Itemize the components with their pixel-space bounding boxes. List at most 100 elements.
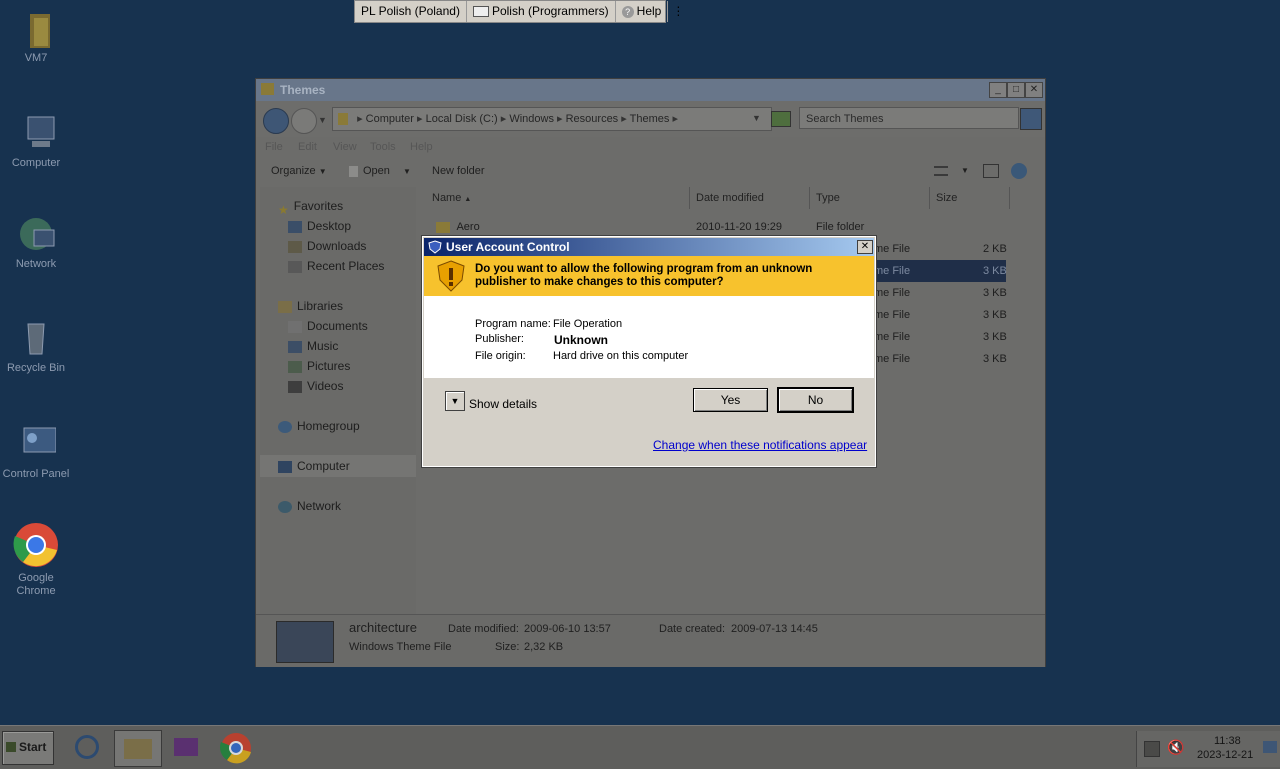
breadcrumb-windows[interactable]: Windows (509, 113, 554, 125)
libraries-icon (278, 300, 292, 313)
column-type[interactable]: Type (810, 187, 930, 209)
show-details-label[interactable]: Show details (469, 397, 537, 411)
minimize-button[interactable]: _ (989, 82, 1007, 98)
breadcrumb-themes[interactable]: Themes (630, 113, 670, 125)
clock-date[interactable]: 2023-12-21 (1197, 749, 1253, 761)
pictures-icon (288, 360, 302, 373)
refresh-icon[interactable] (771, 111, 791, 127)
internet-explorer-icon (75, 735, 99, 759)
nav-music[interactable]: Music (288, 337, 338, 355)
documents-icon (288, 320, 302, 333)
column-date-modified[interactable]: Date modified (690, 187, 810, 209)
taskbar-internet-explorer[interactable] (72, 732, 104, 762)
nav-pictures[interactable]: Pictures (288, 357, 350, 375)
nav-videos[interactable]: Videos (288, 377, 343, 395)
new-folder-button[interactable]: New folder (432, 165, 485, 177)
no-button[interactable]: No (777, 387, 854, 413)
open-button[interactable]: Open ▼ (349, 165, 411, 177)
back-button[interactable] (263, 108, 289, 134)
file-icon (349, 165, 358, 177)
folder-icon (124, 739, 152, 759)
keyboard-layout-selector[interactable]: Polish (Programmers) (467, 1, 616, 22)
language-help-button[interactable]: ? Help (616, 1, 669, 22)
organize-button[interactable]: Organize ▼ (271, 165, 327, 177)
breadcrumb-resources[interactable]: Resources (566, 113, 619, 125)
desktop-icon-vm7[interactable]: VM7 (0, 8, 72, 65)
system-tray: 🔇 11:38 2023-12-21 (1136, 731, 1280, 767)
nav-libraries[interactable]: Libraries (278, 297, 343, 315)
chevron-down-icon[interactable]: ▼ (318, 115, 327, 125)
network-tray-icon[interactable] (1144, 741, 1160, 757)
uac-warning-banner: Do you want to allow the following progr… (424, 256, 874, 296)
search-input[interactable]: Search Themes (799, 107, 1019, 129)
chrome-icon (13, 522, 59, 568)
close-button[interactable]: ✕ (857, 240, 873, 254)
desktop-icon-chrome[interactable]: Google Chrome (0, 522, 72, 598)
menu-file[interactable]: File (265, 141, 283, 153)
desktop-icon-label: Google Chrome (16, 572, 56, 597)
chevron-down-icon[interactable]: ▼ (961, 166, 969, 175)
forward-button[interactable] (291, 108, 317, 134)
column-name[interactable]: Name ▲ (426, 187, 690, 209)
start-button[interactable]: Start (2, 731, 54, 765)
show-details-toggle[interactable]: ▼ (445, 391, 465, 411)
details-file-name: architecture (349, 620, 417, 635)
volume-muted-icon[interactable]: 🔇 (1167, 739, 1184, 756)
table-row[interactable]: Aero (436, 217, 480, 237)
menu-view[interactable]: View (333, 141, 357, 153)
program-name-label: Program name: (475, 318, 551, 330)
show-desktop-icon[interactable] (1263, 741, 1277, 753)
maximize-button[interactable]: □ (1007, 82, 1025, 98)
desktop-icon-label: Network (15, 258, 57, 270)
address-bar[interactable]: ▸ Computer ▸ Local Disk (C:) ▸ Windows ▸… (332, 107, 772, 131)
uac-dialog: User Account Control ✕ Do you want to al… (421, 235, 877, 468)
breadcrumb-local-disk[interactable]: Local Disk (C:) (426, 113, 498, 125)
taskbar-explorer[interactable] (114, 730, 162, 767)
desktop-icon-recycle-bin[interactable]: Recycle Bin (0, 318, 72, 375)
view-icon[interactable] (934, 166, 948, 176)
menu-edit[interactable]: Edit (298, 141, 317, 153)
desktop-icon-network[interactable]: Network (0, 214, 72, 271)
language-bar: PL Polish (Poland) Polish (Programmers) … (354, 0, 684, 23)
folder-icon (16, 8, 56, 48)
network-icon (16, 214, 56, 254)
menu-help[interactable]: Help (410, 141, 433, 153)
nav-homegroup[interactable]: Homegroup (278, 417, 360, 435)
file-type: me File (874, 353, 911, 365)
search-icon[interactable] (1020, 108, 1042, 130)
yes-button[interactable]: Yes (693, 388, 768, 412)
file-date: 2010-11-20 19:29 (696, 221, 783, 233)
close-button[interactable]: ✕ (1025, 82, 1043, 98)
column-size[interactable]: Size (930, 187, 1010, 209)
notification-settings-link[interactable]: Change when these notifications appear (653, 438, 867, 452)
menu-tools[interactable]: Tools (370, 141, 396, 153)
address-dropdown-icon[interactable]: ▼ (752, 113, 761, 123)
taskbar-chrome[interactable] (220, 732, 252, 764)
breadcrumb-computer[interactable]: Computer (366, 113, 414, 125)
publisher-value: Unknown (554, 333, 608, 347)
program-name-value: File Operation (553, 318, 623, 330)
file-type: me File (874, 265, 911, 277)
language-bar-options-button[interactable]: ⋮ (668, 1, 688, 22)
file-size: 2 KB (983, 243, 1007, 255)
nav-computer[interactable]: Computer (278, 457, 350, 475)
nav-documents[interactable]: Documents (288, 317, 368, 335)
computer-icon (16, 113, 56, 153)
help-icon[interactable] (1011, 163, 1027, 179)
nav-network[interactable]: Network (278, 497, 341, 515)
nav-desktop[interactable]: Desktop (288, 217, 351, 235)
language-selector[interactable]: PL Polish (Poland) (355, 1, 467, 22)
nav-recent-places[interactable]: Recent Places (288, 257, 384, 275)
nav-downloads[interactable]: Downloads (288, 237, 366, 255)
taskbar-media-app[interactable] (170, 732, 202, 762)
desktop-icon-control-panel[interactable]: Control Panel (0, 424, 72, 481)
windows-logo-icon (6, 742, 16, 752)
navigation-pane: ★ Favorites Desktop Downloads Recent Plac… (260, 187, 416, 614)
command-bar: Organize ▼ Open ▼ New folder ▼ (256, 157, 1045, 187)
preview-pane-icon[interactable] (983, 164, 999, 178)
nav-favorites[interactable]: ★ Favorites (278, 197, 343, 217)
clock-time[interactable]: 11:38 (1214, 735, 1241, 747)
recycle-bin-icon (16, 318, 56, 358)
desktop-icon-computer[interactable]: Computer (0, 113, 72, 170)
file-size: 3 KB (983, 265, 1007, 277)
